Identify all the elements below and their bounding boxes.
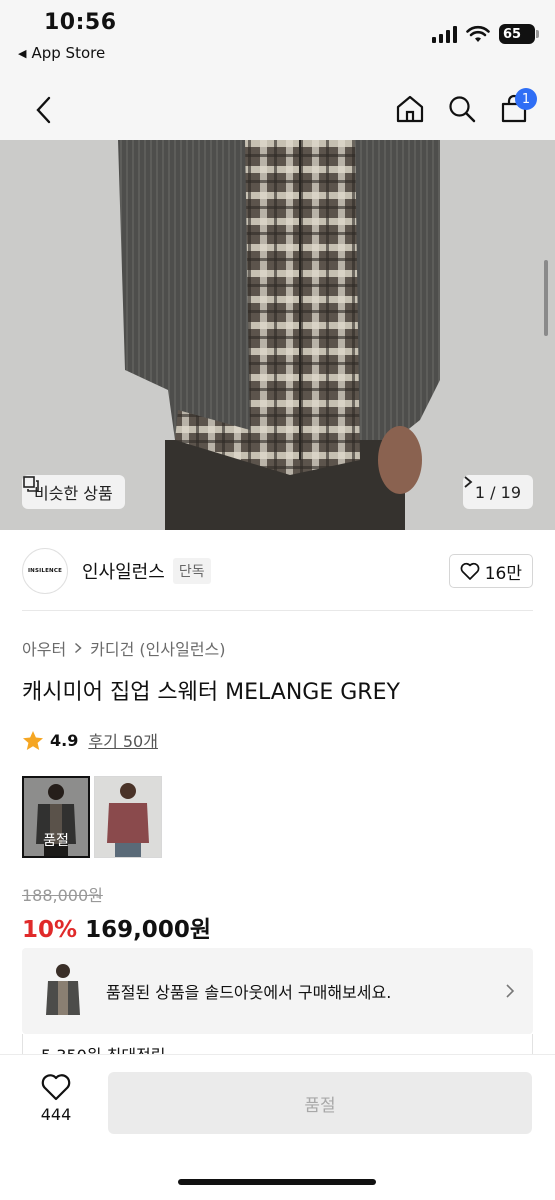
top-nav-bar: 1 [0, 80, 555, 140]
brand-row: INSILENCE 인사일런스 단독 16만 [22, 548, 533, 594]
variant-thumb-grey[interactable]: 품절 [22, 776, 90, 858]
back-button[interactable] [26, 88, 60, 132]
bottom-action-bar: 444 품절 [0, 1055, 555, 1200]
system-icons: 65 [432, 24, 539, 44]
search-icon [449, 96, 476, 123]
cellular-signal-icon [432, 25, 457, 43]
back-to-app-link[interactable]: ◀ App Store [18, 44, 105, 62]
breadcrumb-subcategory[interactable]: 카디건 (인사일런스) [90, 636, 225, 660]
original-price: 188,000원 [22, 886, 103, 905]
image-counter-label: 1 / 19 [474, 482, 521, 502]
breadcrumb: 아우터 카디건 (인사일런스) [22, 636, 226, 660]
heart-icon [460, 562, 480, 580]
soldout-overlay: 품절 [24, 778, 88, 856]
brand-like-button[interactable]: 16만 [448, 554, 533, 588]
variant-thumb-burgundy[interactable] [94, 776, 162, 858]
exclusive-badge: 단독 [172, 558, 211, 584]
back-to-app-label: App Store [31, 44, 106, 62]
soldout-banner-text: 품절된 상품을 솔드아웃에서 구매해보세요. [106, 983, 392, 1002]
heart-icon [41, 1074, 71, 1101]
chevron-right-icon [75, 642, 82, 654]
brand-logo-text: INSILENCE [27, 568, 63, 574]
chevron-left-icon [36, 96, 51, 124]
breadcrumb-category[interactable]: 아우터 [22, 636, 66, 660]
reviews-link[interactable]: 후기 50개 [88, 728, 158, 752]
home-icon [396, 95, 424, 123]
soldout-promo-banner[interactable]: 품절된 상품을 솔드아웃에서 구매해보세요. [22, 948, 533, 1034]
home-indicator [178, 1179, 376, 1185]
buy-button-soldout[interactable]: 품절 [108, 1072, 532, 1134]
variant-selector: 품절 [22, 776, 162, 858]
cart-button[interactable]: 1 [497, 86, 537, 132]
brand-logo[interactable]: INSILENCE [22, 548, 68, 594]
similar-products-label: 비슷한 상품 [34, 484, 113, 503]
similar-products-button[interactable]: 비슷한 상품 [22, 475, 125, 509]
chevron-right-icon [506, 984, 515, 998]
rating-row: 4.9 후기 50개 [22, 728, 158, 752]
rating-score: 4.9 [50, 730, 79, 750]
status-time: 10:56 [44, 10, 117, 35]
wishlist-button[interactable]: 444 [26, 1073, 86, 1124]
status-bar: 10:56 ◀ App Store 65 [0, 0, 555, 80]
divider [22, 610, 533, 611]
product-image-carousel[interactable]: 비슷한 상품 1 / 19 [0, 140, 555, 530]
discount-rate: 10% [22, 917, 78, 943]
star-icon [23, 730, 43, 750]
home-button[interactable] [393, 86, 427, 132]
image-counter[interactable]: 1 / 19 [462, 475, 533, 509]
variant-image [95, 777, 161, 857]
battery-icon: 65 [499, 24, 539, 44]
search-button[interactable] [445, 86, 479, 132]
price-row: 10% 169,000원 [22, 910, 211, 944]
back-triangle-icon: ◀ [18, 46, 27, 60]
brand-name[interactable]: 인사일런스 [82, 558, 165, 584]
battery-level: 65 [503, 26, 522, 42]
wishlist-count: 444 [40, 1105, 72, 1124]
product-title: 캐시미어 집업 스웨터 MELANGE GREY [22, 680, 400, 705]
sale-price: 169,000원 [85, 917, 211, 943]
banner-product-image [40, 961, 86, 1021]
copy-icon [23, 476, 39, 492]
chevron-right-icon [464, 476, 473, 488]
wifi-icon [466, 25, 490, 42]
brand-like-count: 16만 [484, 563, 522, 584]
product-photo [0, 140, 555, 530]
cart-count-badge: 1 [515, 88, 537, 110]
scrollbar[interactable] [544, 260, 548, 336]
